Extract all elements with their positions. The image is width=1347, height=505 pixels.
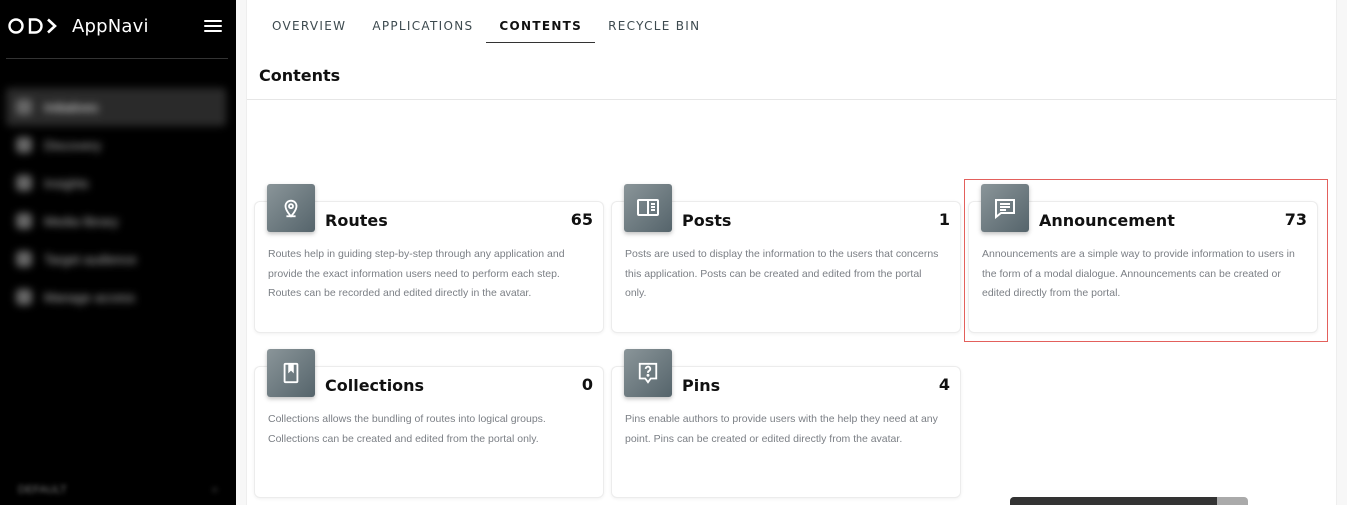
sidebar-item-label: Discovery [44, 137, 102, 153]
card-posts[interactable]: Posts 1 Posts are used to display the in… [611, 184, 961, 333]
card-count: 1 [938, 210, 950, 229]
card-description: Pins enable authors to provide users wit… [625, 413, 938, 445]
title-divider [247, 99, 1336, 100]
card-title: Routes [325, 211, 388, 230]
grid-icon [16, 99, 32, 115]
sidebar-item-manage-access[interactable]: Manage access [6, 278, 226, 316]
card-count: 65 [570, 210, 593, 229]
sidebar-footer: DEFAULT ○ [18, 484, 218, 496]
sidebar-item-target-audience[interactable]: Target audience [6, 240, 226, 278]
brand-name: AppNavi [72, 15, 149, 37]
brand[interactable]: AppNavi [8, 14, 149, 38]
sidebar-item-media-library[interactable]: Media library [6, 202, 226, 240]
workspace-label[interactable]: DEFAULT [18, 484, 67, 496]
card-description: Routes help in guiding step-by-step thro… [268, 248, 565, 299]
card-collections[interactable]: Collections 0 Collections allows the bun… [254, 349, 604, 498]
sidebar-item-insights[interactable]: Insights [6, 164, 226, 202]
toast-progress-bar [1010, 497, 1248, 505]
settings-icon[interactable]: ○ [211, 484, 218, 496]
tab-bar: OVERVIEW APPLICATIONS CONTENTS RECYCLE B… [259, 10, 713, 43]
sidebar-item-initiatives[interactable]: Initiatives [6, 88, 226, 126]
sidebar-item-label: Manage access [44, 289, 136, 305]
card-routes[interactable]: Routes 65 Routes help in guiding step-by… [254, 184, 604, 333]
sidebar-item-label: Insights [44, 175, 89, 191]
book-open-icon [624, 184, 672, 232]
card-pins[interactable]: Pins 4 Pins enable authors to provide us… [611, 349, 961, 498]
sidebar-divider [6, 58, 228, 59]
hamburger-menu-icon[interactable] [204, 20, 222, 34]
help-pin-icon [624, 349, 672, 397]
card-description: Posts are used to display the informatio… [625, 248, 939, 299]
sidebar-nav: Initiatives Discovery Insights Media lib… [6, 88, 226, 316]
tab-contents[interactable]: CONTENTS [486, 10, 596, 43]
tab-overview[interactable]: OVERVIEW [259, 10, 359, 43]
page-title: Contents [259, 66, 341, 85]
bookmark-icon [267, 349, 315, 397]
card-title: Pins [682, 376, 721, 395]
tab-recycle-bin[interactable]: RECYCLE BIN [595, 10, 713, 43]
image-icon [16, 213, 32, 229]
sidebar: AppNavi Initiatives Discovery Insights M… [0, 0, 236, 505]
search-icon [16, 137, 32, 153]
gear-icon [16, 289, 32, 305]
card-count: 0 [581, 375, 593, 394]
selection-highlight [964, 179, 1328, 342]
star-icon [16, 251, 32, 267]
map-pin-icon [267, 184, 315, 232]
sidebar-item-label: Initiatives [44, 99, 99, 115]
card-description: Collections allows the bundling of route… [268, 413, 546, 445]
card-title: Posts [682, 211, 732, 230]
sidebar-item-discovery[interactable]: Discovery [6, 126, 226, 164]
appnavi-logo-icon [8, 17, 64, 35]
sidebar-item-label: Target audience [44, 251, 137, 267]
tab-applications[interactable]: APPLICATIONS [359, 10, 486, 43]
card-title: Collections [325, 376, 425, 395]
insights-icon [16, 175, 32, 191]
toast-progress-fill [1010, 497, 1217, 505]
sidebar-item-label: Media library [44, 213, 119, 229]
card-count: 4 [938, 375, 950, 394]
